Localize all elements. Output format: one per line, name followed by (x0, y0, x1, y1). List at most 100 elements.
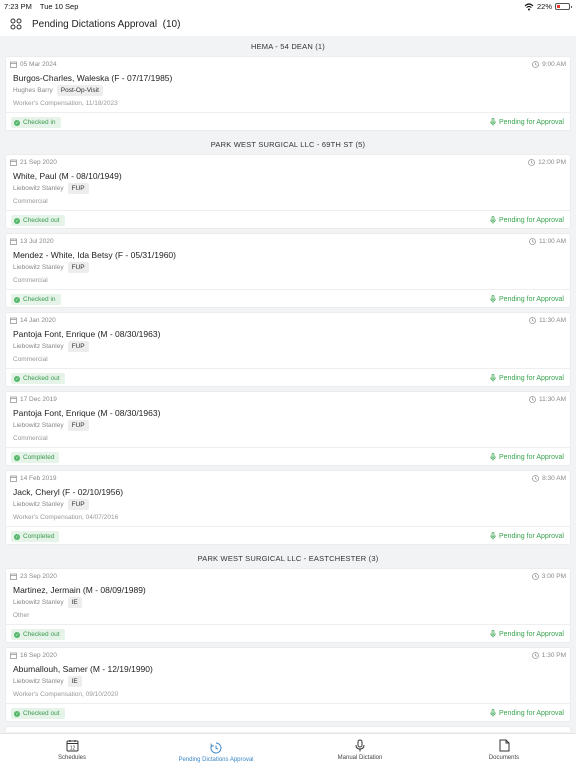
dictation-card[interactable]: 14 Feb 2019 8:30 AM Jack, Cheryl (F - 02… (5, 470, 571, 545)
status-dot-icon: ✓ (14, 631, 20, 638)
patient-name: Burgos-Charles, Waleska (F - 07/17/1985) (13, 73, 173, 83)
insurance-info: Commercial (13, 277, 48, 284)
calendar-icon (10, 652, 17, 659)
visit-type-tag: Post-Op-Visit (56, 85, 103, 96)
appointment-date: 21 Sep 2020 (10, 159, 57, 166)
calendar-day: 12 (69, 746, 75, 752)
clock-icon (532, 475, 540, 482)
status-date: Tue 10 Sep (39, 2, 79, 11)
card-divider (6, 624, 570, 625)
clock-icon (531, 652, 539, 659)
tab-label: Pending Dictations Approval (178, 757, 254, 763)
dictation-card[interactable]: 21 Sep 2020 12:00 PM White, Paul (M - 08… (5, 154, 571, 229)
provider-name: Liebowitz Stanley (13, 678, 64, 685)
provider-name: Liebowitz Stanley (13, 422, 64, 429)
patient-name: Abumallouh, Samer (M - 12/19/1990) (13, 664, 153, 674)
clock-icon (529, 238, 536, 245)
tab-manual-dictation[interactable]: Manual Dictation (288, 734, 432, 768)
dictation-card[interactable]: 16 Sep 2020 1:30 PM Abumallouh, Samer (M… (5, 647, 571, 722)
status-bar: 7:23 PM Tue 10 Sep 22% (0, 0, 576, 12)
document-icon (499, 739, 510, 752)
dictation-card[interactable]: 23 Sep 2020 3:00 PM Martinez, Jermain (M… (5, 568, 571, 643)
app-header: Pending Dictations Approval (10) (0, 12, 576, 36)
appointment-time: 8:30 AM (532, 475, 566, 482)
card-divider (6, 368, 570, 369)
appointment-date: 13 Jul 2020 (10, 238, 54, 245)
bottom-tab-bar: 12 Schedules Pending Dictations Approval… (0, 733, 576, 768)
dictation-list[interactable]: HEMA - 54 DEAN (1) 05 Mar 2024 9:00 AM B… (0, 37, 576, 733)
tab-pending-dictations[interactable]: Pending Dictations Approval (144, 734, 288, 768)
tab-label: Documents (488, 755, 520, 761)
microphone-icon (490, 374, 496, 382)
dictation-card[interactable]: 14 Jan 2020 11:30 AM Pantoja Font, Enriq… (5, 312, 571, 387)
dictation-card[interactable]: 17 Dec 2019 11:30 AM Pantoja Font, Enriq… (5, 391, 571, 466)
card-divider (6, 447, 570, 448)
microphone-icon (490, 453, 496, 461)
dictation-card[interactable]: 05 Mar 2024 9:00 AM Burgos-Charles, Wale… (5, 56, 571, 131)
appointment-time: 12:00 PM (528, 159, 566, 166)
approval-status: Pending for Approval (490, 118, 564, 126)
card-divider (6, 526, 570, 527)
provider-name: Liebowitz Stanley (13, 501, 64, 508)
appointment-time: 3:00 PM (531, 573, 566, 580)
insurance-info: Worker's Compensation, 11/18/2023 (13, 100, 118, 107)
tab-documents[interactable]: Documents (432, 734, 576, 768)
group-header: PARK WEST SURGICAL LLC - 69TH ST (5) (210, 140, 366, 149)
approval-status: Pending for Approval (490, 709, 564, 717)
insurance-info: Commercial (13, 435, 48, 442)
calendar-icon (10, 396, 17, 403)
status-dot-icon: ✓ (14, 454, 20, 461)
visit-type-tag: FUP (67, 183, 89, 194)
microphone-icon (490, 295, 496, 303)
status-badge: ✓ Checked out (11, 373, 65, 384)
status-badge: ✓ Completed (11, 531, 60, 542)
status-dot-icon: ✓ (14, 375, 20, 382)
appointment-date: 17 Dec 2019 (10, 396, 57, 403)
card-divider (6, 112, 570, 113)
clock-icon (529, 396, 536, 403)
calendar-icon (10, 61, 17, 68)
insurance-info: Worker's Compensation, 04/07/2016 (13, 514, 119, 521)
appointment-time: 9:00 AM (532, 61, 566, 68)
page-title: Pending Dictations Approval (10) (32, 18, 181, 30)
appointment-date: 14 Jan 2020 (10, 317, 56, 324)
provider-name: Liebowitz Stanley (13, 343, 64, 350)
clock-icon (532, 61, 540, 68)
microphone-icon (490, 216, 496, 224)
tab-schedules[interactable]: 12 Schedules (0, 734, 144, 768)
status-badge: ✓ Completed (11, 452, 60, 463)
microphone-icon (490, 532, 496, 540)
battery-percent: 22% (536, 2, 552, 11)
group-header: HEMA - 54 DEAN (1) (250, 42, 326, 51)
status-badge: ✓ Checked out (11, 629, 65, 640)
calendar-icon (10, 159, 17, 166)
patient-name: Jack, Cheryl (F - 02/10/1956) (13, 487, 124, 497)
card-divider (6, 210, 570, 211)
patient-name: Pantoja Font, Enrique (M - 08/30/1963) (13, 408, 161, 418)
appointment-time: 11:30 AM (529, 396, 566, 403)
visit-type-tag: FUP (67, 262, 89, 273)
appointment-date: 14 Feb 2019 (10, 475, 57, 482)
visit-type-tag: FUP (67, 341, 89, 352)
status-dot-icon: ✓ (14, 533, 20, 540)
grid-menu-icon[interactable] (9, 17, 23, 31)
visit-type-tag: FUP (67, 420, 89, 431)
insurance-info: Worker's Compensation, 09/10/2020 (13, 691, 119, 698)
appointment-date: 23 Sep 2020 (10, 573, 57, 580)
card-divider (6, 289, 570, 290)
card-divider (6, 703, 570, 704)
patient-name: Mendez - White, Ida Betsy (F - 05/31/196… (13, 250, 176, 260)
insurance-info: Commercial (13, 356, 48, 363)
pending-count: (10) (162, 18, 181, 30)
visit-type-tag: IE (67, 676, 82, 687)
appointment-time: 11:00 AM (529, 238, 566, 245)
status-dot-icon: ✓ (14, 119, 20, 126)
microphone-icon (490, 630, 496, 638)
status-badge: ✓ Checked in (11, 117, 61, 128)
list-item-partial (5, 726, 571, 732)
dictation-card[interactable]: 13 Jul 2020 11:00 AM Mendez - White, Ida… (5, 233, 571, 308)
approval-status: Pending for Approval (490, 295, 564, 303)
patient-name: White, Paul (M - 08/10/1949) (13, 171, 122, 181)
status-dot-icon: ✓ (14, 217, 20, 224)
clock-icon (531, 573, 539, 580)
